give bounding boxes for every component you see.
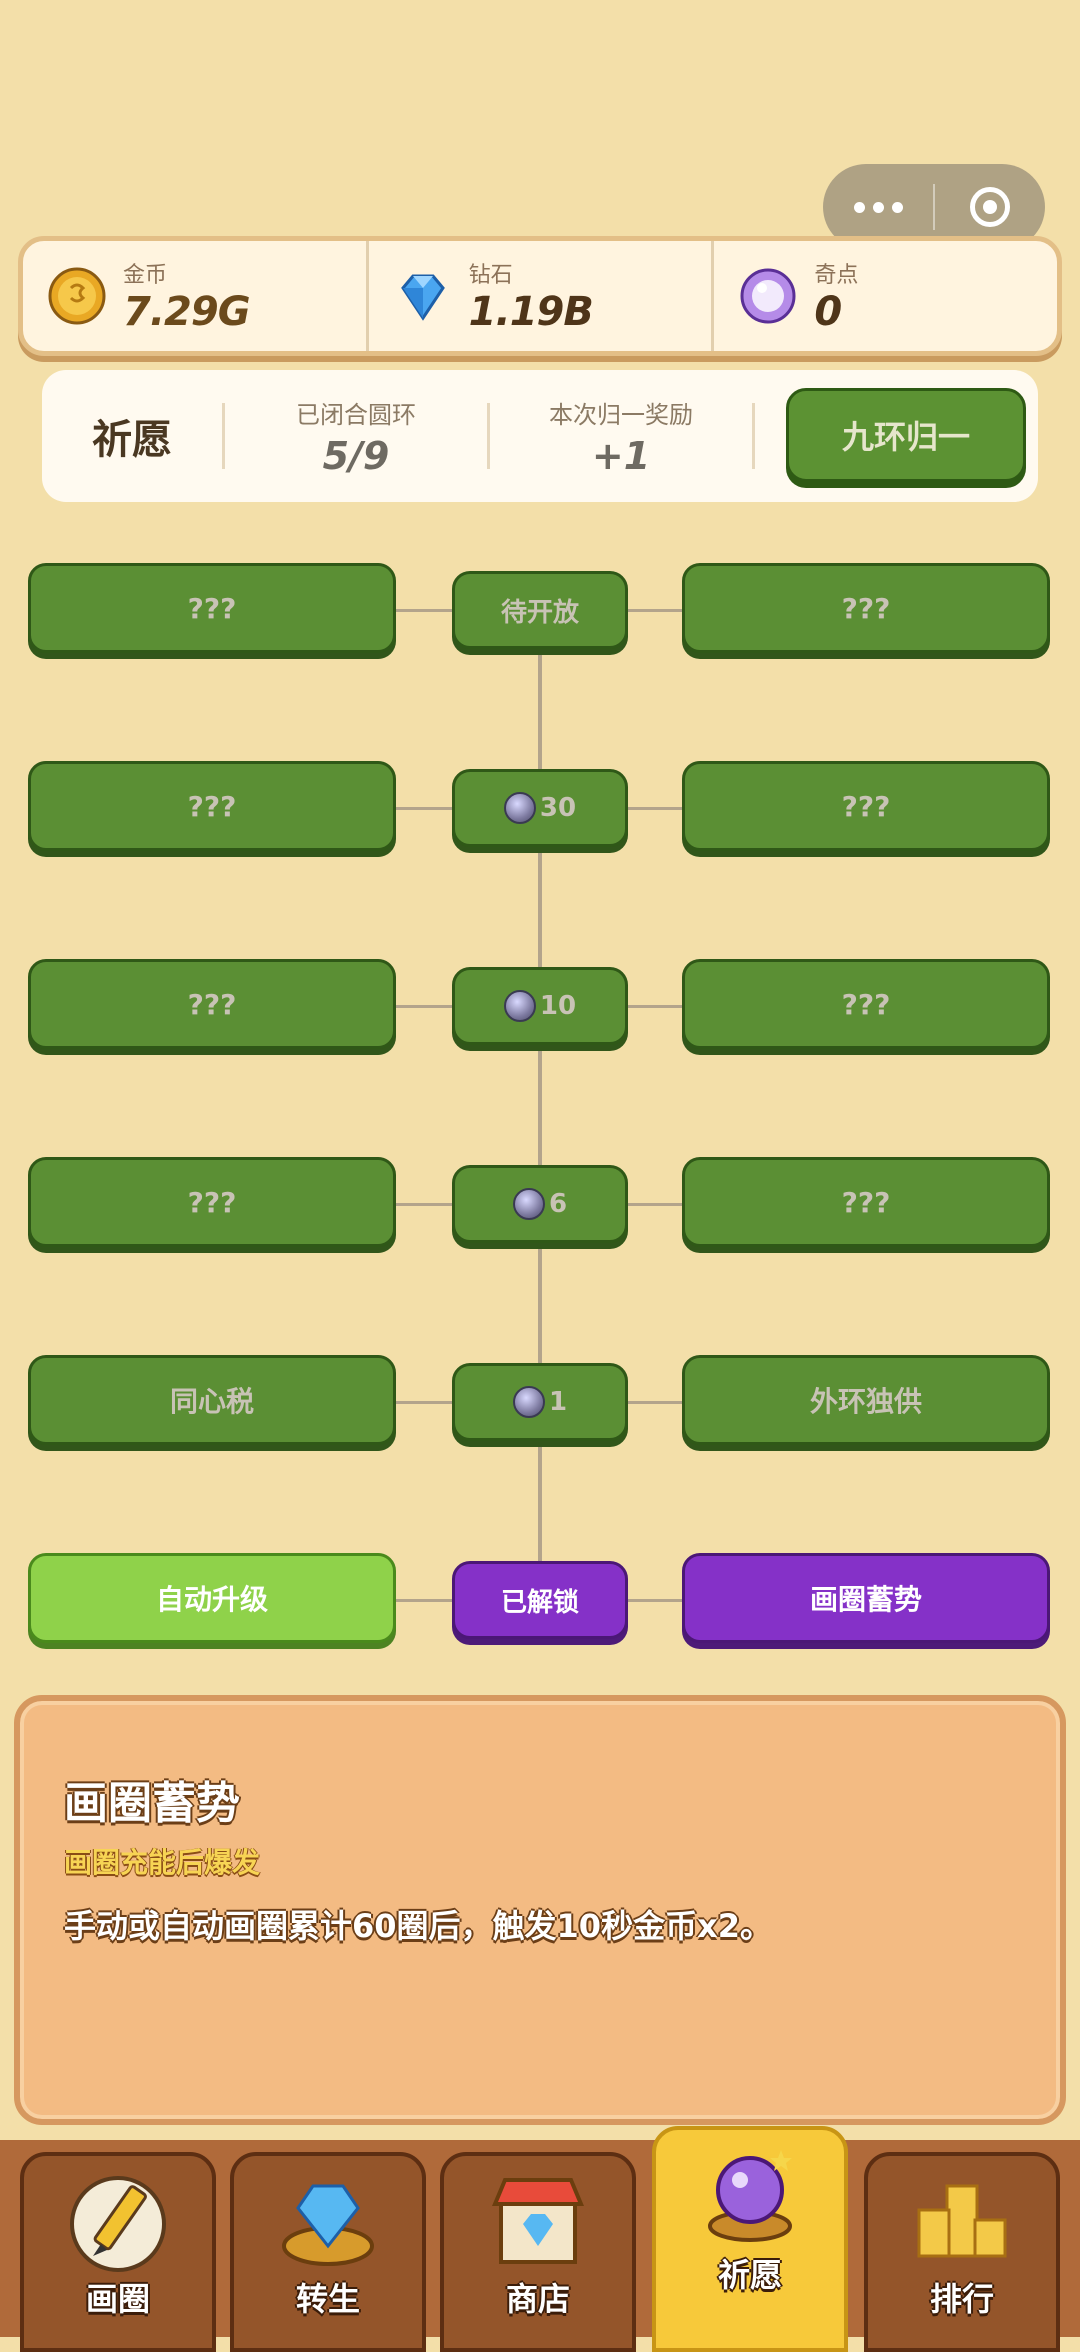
closed-rings-value: 5/9 [322,433,390,478]
talent-cost-node[interactable]: 10 [452,967,628,1045]
talent-cost-node[interactable]: 待开放 [452,571,628,649]
singularity-orb-icon [503,792,536,824]
nine-rings-unify-button[interactable]: 九环归一 [786,388,1026,482]
singularity-value: 0 [814,289,842,335]
reward-value: +1 [591,433,651,478]
close-miniprogram-icon[interactable] [935,187,1045,227]
bottom-nav: 画圈 转生 商店 祈愿 排行 [0,2126,1080,2352]
tab-draw[interactable]: 画圈 [20,2152,216,2352]
resource-bar: 金币 7.29G 钻石 1.19B 奇点 0 [18,236,1062,356]
shop-icon [492,2178,584,2264]
resource-singularity: 奇点 0 [711,241,1057,351]
closed-rings-stat: 已闭合圆环 5/9 [225,395,487,478]
tab-ranking[interactable]: 排行 [864,2152,1060,2352]
singularity-orb-icon [740,268,796,324]
talent-detail-panel: 画圈蓄势 画圈充能后爆发 手动或自动画圈累计60圈后，触发10秒金币x2。 [14,1695,1066,2125]
crystal-ball-icon [708,2150,792,2242]
talent-cost-node[interactable]: 6 [452,1165,628,1243]
diamond-icon [400,274,445,321]
talent-node-left[interactable]: ??? [28,761,396,851]
detail-title: 画圈蓄势 [64,1778,240,1829]
reward-label: 本次归一奖励 [549,400,693,429]
talent-cost-node[interactable]: 1 [452,1363,628,1441]
talent-node-right[interactable]: ??? [682,563,1050,653]
talent-node-auto-upgrade[interactable]: 自动升级 [28,1553,396,1643]
talent-node-right[interactable]: ??? [682,959,1050,1049]
talent-node-concentric-tax[interactable]: 同心税 [28,1355,396,1445]
tab-label: 画圈 [85,2280,150,2318]
divider [752,403,755,469]
talent-node-left[interactable]: ??? [28,563,396,653]
gold-value: 7.29G [123,289,251,335]
podium-icon [917,2184,1007,2258]
singularity-orb-icon [503,990,536,1022]
wish-title: 祈愿 [92,417,172,463]
more-menu-icon[interactable] [823,201,933,213]
cost-value: 1 [548,1387,568,1417]
tab-label: 祈愿 [717,2256,782,2294]
pencil-icon [70,2176,166,2272]
diamond-ring-icon [282,2184,374,2266]
closed-rings-label: 已闭合圆环 [296,400,416,429]
tab-label: 转生 [295,2280,360,2318]
detail-subtitle: 画圈充能后爆发 [64,1846,261,1879]
cost-value: 6 [548,1189,568,1219]
singularity-orb-icon [512,1386,545,1418]
detail-description: 手动或自动画圈累计60圈后，触发10秒金币x2。 [64,1907,772,1945]
tab-label: 排行 [929,2280,994,2318]
gold-label: 金币 [123,263,168,288]
gold-coin-icon [48,267,106,325]
reward-stat: 本次归一奖励 +1 [490,395,752,478]
talent-node-right[interactable]: ??? [682,761,1050,851]
tree-trunk [538,612,542,1602]
cost-value: 10 [539,991,577,1021]
talent-node-draw-charge[interactable]: 画圈蓄势 [682,1553,1050,1643]
unlocked-node[interactable]: 已解锁 [452,1561,628,1639]
diamond-value: 1.19B [468,289,594,335]
tab-wish[interactable]: 祈愿 [652,2126,848,2352]
tab-rebirth[interactable]: 转生 [230,2152,426,2352]
tab-shop[interactable]: 商店 [440,2152,636,2352]
diamond-label: 钻石 [468,263,513,288]
resource-diamond: 钻石 1.19B [365,241,712,351]
talent-node-left[interactable]: ??? [28,959,396,1049]
cost-value: 30 [539,793,577,823]
wish-summary-panel: 祈愿 已闭合圆环 5/9 本次归一奖励 +1 九环归一 [42,370,1038,502]
talent-node-outer-ring-supply[interactable]: 外环独供 [682,1355,1050,1445]
talent-node-left[interactable]: ??? [28,1157,396,1247]
talent-cost-node[interactable]: 30 [452,769,628,847]
talent-node-right[interactable]: ??? [682,1157,1050,1247]
tab-label: 商店 [505,2280,570,2318]
resource-gold: 金币 7.29G [23,241,366,351]
singularity-orb-icon [512,1188,545,1220]
singularity-label: 奇点 [814,263,859,288]
